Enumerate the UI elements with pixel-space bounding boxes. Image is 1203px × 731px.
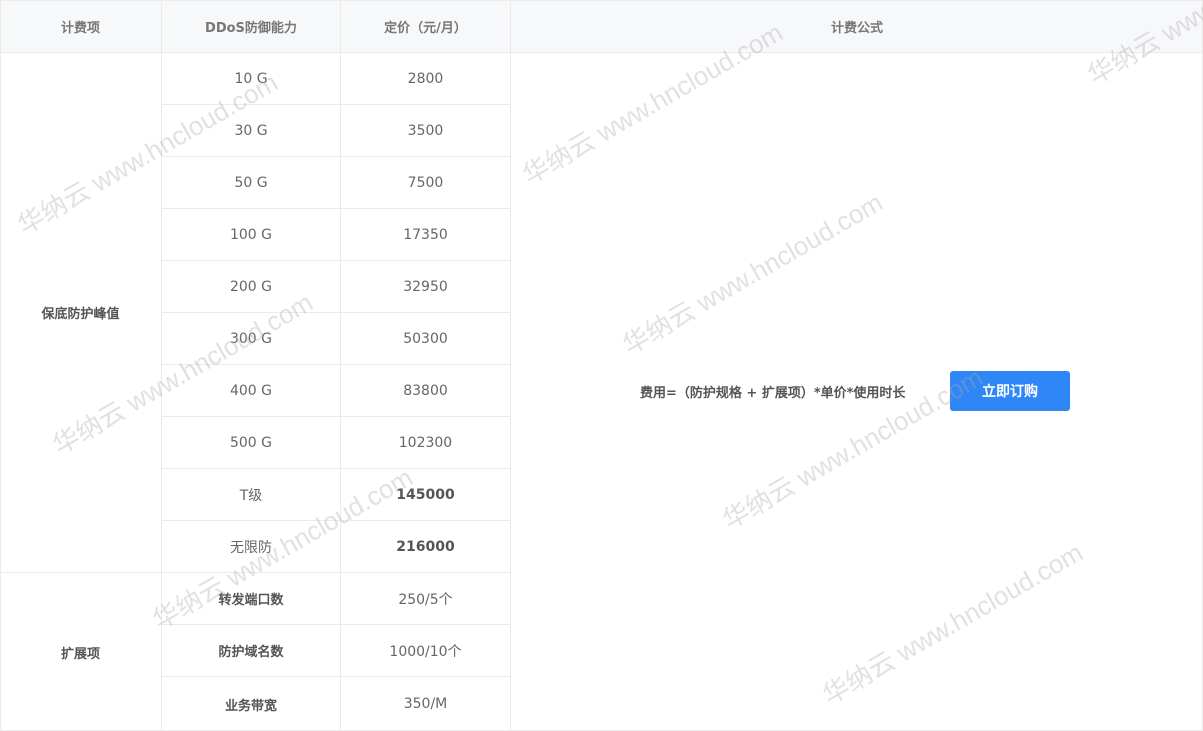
row-capacity: 30 G bbox=[162, 105, 341, 157]
row-price: 216000 bbox=[341, 521, 511, 573]
ext-row-name: 业务带宽 bbox=[162, 677, 341, 731]
row-capacity: T级 bbox=[162, 469, 341, 521]
row-price: 2800 bbox=[341, 53, 511, 105]
row-price: 3500 bbox=[341, 105, 511, 157]
row-capacity: 无限防 bbox=[162, 521, 341, 573]
row-capacity: 400 G bbox=[162, 365, 341, 417]
group-extension: 扩展项 bbox=[0, 573, 162, 731]
group-base-protection: 保底防护峰值 bbox=[0, 53, 162, 573]
row-capacity: 300 G bbox=[162, 313, 341, 365]
row-price: 50300 bbox=[341, 313, 511, 365]
row-capacity: 50 G bbox=[162, 157, 341, 209]
billing-formula: 费用=（防护规格 + 扩展项）*单价*使用时长 bbox=[640, 385, 906, 401]
header-billing-item: 计费项 bbox=[0, 0, 162, 53]
pricing-table: 计费项 DDoS防御能力 定价（元/月） 计费公式 保底防护峰值 扩展项 10 … bbox=[0, 0, 1203, 731]
row-price: 17350 bbox=[341, 209, 511, 261]
ext-row-name: 转发端口数 bbox=[162, 573, 341, 625]
header-ddos-capacity: DDoS防御能力 bbox=[162, 0, 341, 53]
ext-row-price: 1000/10个 bbox=[341, 625, 511, 677]
row-capacity: 500 G bbox=[162, 417, 341, 469]
row-price: 102300 bbox=[341, 417, 511, 469]
row-capacity: 10 G bbox=[162, 53, 341, 105]
row-capacity: 100 G bbox=[162, 209, 341, 261]
ext-row-price: 350/M bbox=[341, 677, 511, 731]
ext-row-name: 防护域名数 bbox=[162, 625, 341, 677]
header-price: 定价（元/月） bbox=[341, 0, 511, 53]
ext-row-price: 250/5个 bbox=[341, 573, 511, 625]
row-price: 83800 bbox=[341, 365, 511, 417]
row-price: 7500 bbox=[341, 157, 511, 209]
row-price: 32950 bbox=[341, 261, 511, 313]
header-formula: 计费公式 bbox=[511, 0, 1203, 53]
order-now-button[interactable]: 立即订购 bbox=[950, 371, 1070, 411]
row-capacity: 200 G bbox=[162, 261, 341, 313]
row-price: 145000 bbox=[341, 469, 511, 521]
